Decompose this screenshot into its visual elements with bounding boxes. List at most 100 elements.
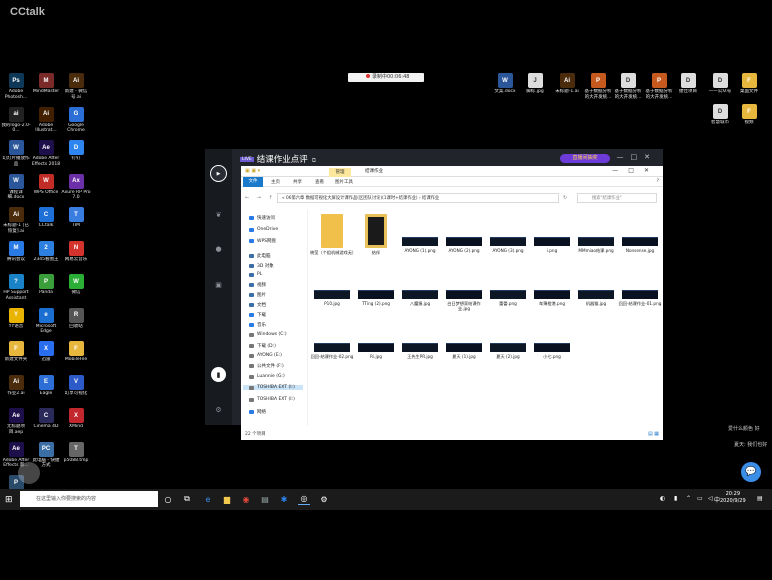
chevron-up-icon[interactable]: ⌃ xyxy=(686,495,691,502)
file-item[interactable]: 车薄橙港.png xyxy=(531,290,573,311)
desktop-icon[interactable]: X XMind xyxy=(61,408,91,436)
refresh-icon[interactable]: ↻ xyxy=(563,195,567,201)
desktop-icon[interactable]: T TIM xyxy=(61,207,91,235)
desktop-icon[interactable]: F 桌面文件 xyxy=(734,73,764,101)
desktop-icon[interactable]: Ai Adobe Illustrat... xyxy=(31,106,61,135)
desktop-icon[interactable]: W WPS Office xyxy=(31,173,61,202)
file-item[interactable]: AYONG (2).png xyxy=(443,237,485,258)
image-icon[interactable]: ▣ xyxy=(211,277,226,292)
file-item[interactable]: 白日梦想家结课作业.jpg xyxy=(443,290,485,311)
nav-item[interactable]: Windows (C:) xyxy=(249,332,287,337)
desktop-icon[interactable]: W 文案.docx xyxy=(490,73,520,101)
file-item[interactable]: 回回-结课作业-02.png xyxy=(311,343,353,364)
nav-item[interactable]: 文档 xyxy=(249,302,266,308)
desktop-icon[interactable]: X 迅雷 xyxy=(31,341,61,369)
nav-item[interactable]: 图片 xyxy=(249,292,266,298)
file-item[interactable]: P10.jpg xyxy=(311,290,353,311)
cctalk-logo-icon[interactable]: ▶ xyxy=(210,165,227,182)
file-item[interactable]: Ri.jpg xyxy=(355,343,397,364)
desktop-icon[interactable]: P 基于数据分析的大开发统... xyxy=(583,73,613,101)
desktop-icon[interactable]: M MindMaster xyxy=(31,73,61,101)
desktop-icon[interactable]: J 脚标.jpg xyxy=(520,73,550,101)
leaf-icon[interactable]: ❦ xyxy=(211,207,226,222)
nav-item[interactable]: TOSHIBA EXT (I:) xyxy=(249,397,295,402)
file-item[interactable]: 机器猫.jpg xyxy=(575,290,617,311)
task-view-icon[interactable]: ⧉ xyxy=(181,493,193,505)
desktop-icon[interactable]: D 捷佳项目 xyxy=(673,73,703,101)
nav-arrows-icon[interactable]: ← → ↑ xyxy=(245,195,276,201)
file-item[interactable]: AYONG (1).png xyxy=(399,237,441,258)
desktop-icon[interactable]: C Cinema 4D xyxy=(31,408,61,436)
desktop-icon[interactable]: Ae Adobe After Effects 2018 xyxy=(31,140,61,168)
desktop-icon[interactable]: Ae 无标题项目.aep xyxy=(1,408,31,436)
search-input[interactable]: 搜索"结课作业" xyxy=(577,193,657,203)
window-controls[interactable]: —□✕ xyxy=(617,153,657,161)
desktop-icon[interactable]: Ai 新建 - 微信号.ai xyxy=(61,73,91,101)
ribbon-tab-file[interactable]: 文件 xyxy=(243,177,263,187)
desktop-icon[interactable]: P Panda xyxy=(31,274,61,302)
desktop-icon[interactable]: D 基于数据分析的大开发统... xyxy=(613,73,643,101)
app-tray-icon[interactable]: ▮ xyxy=(674,495,677,502)
notification-icon[interactable]: ▤ xyxy=(757,495,763,502)
chat-bubble-icon[interactable]: ● xyxy=(211,241,226,256)
nav-item[interactable]: 此电脑 xyxy=(249,253,271,259)
audio-levels-icon[interactable]: ▮ xyxy=(211,367,226,382)
desktop-icon[interactable]: D 一一公众号 xyxy=(705,73,735,101)
ribbon-tab-share[interactable]: 共享 xyxy=(293,179,302,185)
file-item[interactable]: 结伴 xyxy=(355,214,397,260)
desktop-icon[interactable]: Ai 未标题-1 [已恢复].ai xyxy=(1,207,31,235)
file-item[interactable]: 晓莹（个组机械游戏无） xyxy=(310,214,354,260)
file-item[interactable]: 回回-结课作业-01.png xyxy=(619,290,661,311)
file-item[interactable]: AYONG (3).png xyxy=(487,237,529,258)
file-item[interactable]: 夏天 (1).jpg xyxy=(443,343,485,364)
desktop-icon[interactable]: R 回收站 xyxy=(61,307,91,336)
edge-icon[interactable]: e xyxy=(202,493,214,505)
nav-item[interactable]: AYONG (E:) xyxy=(249,353,282,358)
desktop-icon[interactable]: Ai 未标题-1.ai xyxy=(552,73,582,101)
promo-badge[interactable]: 直播间抽奖 xyxy=(560,154,610,163)
file-item[interactable]: i.png xyxy=(531,237,573,258)
desktop-icon[interactable]: F 视频 xyxy=(734,104,764,132)
explorer-window-controls[interactable]: —□✕ xyxy=(612,167,659,174)
nav-item[interactable]: 音乐 xyxy=(249,322,266,328)
dingtalk-icon[interactable]: ✱ xyxy=(278,493,290,505)
quick-access-folder-icon[interactable]: ▣ ▣ ▾ xyxy=(245,168,260,174)
desktop-icon[interactable]: P 基于数据分析的大开发统... xyxy=(644,73,674,101)
volume-icon[interactable]: ◁ xyxy=(708,495,713,502)
view-toggle-icon[interactable]: ▤ ▦ xyxy=(648,431,659,437)
desktop-icon[interactable]: Ps Adobe Photosh... xyxy=(1,73,31,101)
nav-item[interactable]: OneDrive xyxy=(249,227,278,232)
desktop-icon[interactable]: N 网易云音乐 xyxy=(61,240,91,269)
nav-item[interactable]: PL xyxy=(249,272,262,277)
nav-item[interactable]: 网络 xyxy=(249,409,266,415)
people-icon[interactable]: ◐ xyxy=(660,495,665,502)
desktop-icon[interactable]: F MobileFile xyxy=(61,341,91,369)
desktop-icon[interactable]: D 智慧城市 xyxy=(705,104,735,132)
file-item[interactable]: TTing (2).png xyxy=(355,290,397,311)
network-icon[interactable]: ▭ xyxy=(697,495,703,502)
cortana-icon[interactable]: ○ xyxy=(162,493,174,505)
file-item[interactable]: 蕾蕾.png xyxy=(487,290,529,311)
desktop-icon[interactable]: M 腾讯会议 xyxy=(1,240,31,269)
nav-item[interactable]: Luannie (G:) xyxy=(249,374,285,379)
desktop-icon[interactable]: ai 我的logo-2.0-0... xyxy=(1,106,31,135)
desktop-icon[interactable]: Ax Axure RP Pro 7.0 xyxy=(61,173,91,202)
chrome-icon[interactable]: ◉ xyxy=(240,493,252,505)
desktop-icon[interactable]: Tp5088.tmp xyxy=(61,441,91,470)
nav-item[interactable]: 下载 xyxy=(249,312,266,318)
help-icon[interactable]: ? xyxy=(657,179,659,184)
ribbon-tab-view[interactable]: 查看 xyxy=(315,179,324,185)
nav-item[interactable]: 下载 (D:) xyxy=(249,343,276,349)
system-clock[interactable]: 20:29 2020/9/29 xyxy=(720,491,746,505)
cctalk-task-icon[interactable]: ◎ xyxy=(298,493,310,505)
nav-item[interactable]: TOSHIBA EXT (I:) xyxy=(243,385,303,390)
file-item[interactable]: Nonsense.jpg xyxy=(619,237,661,258)
taskbar-search-input[interactable]: 在这里输入你要搜索的内容 xyxy=(20,491,158,507)
desktop-icon[interactable]: W 幻灯片播放作品 xyxy=(1,140,31,168)
manage-tab[interactable]: 管理 xyxy=(329,168,351,177)
share-icon[interactable]: ⧉ xyxy=(312,157,316,164)
file-item[interactable]: 小七.png xyxy=(531,343,573,364)
file-item[interactable]: MMmiao结课.png xyxy=(575,237,617,258)
nav-item[interactable]: 快速访问 xyxy=(249,215,275,221)
nav-item[interactable]: WPS网盘 xyxy=(249,238,276,244)
